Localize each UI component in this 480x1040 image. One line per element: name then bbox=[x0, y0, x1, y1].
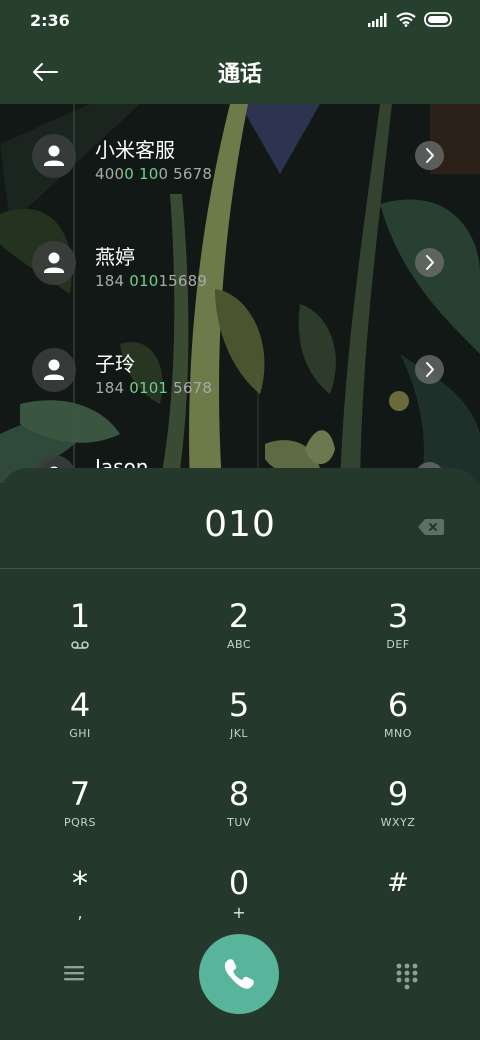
page-title: 通话 bbox=[217, 62, 262, 87]
person-icon bbox=[44, 252, 64, 273]
contact-row-ziling[interactable]: 子玲 184 0101 5678 bbox=[0, 318, 480, 408]
key-8[interactable]: 8 TUV bbox=[179, 774, 299, 854]
menu-icon bbox=[64, 966, 84, 981]
match-highlight: 0101 bbox=[129, 379, 169, 397]
wifi-icon bbox=[396, 12, 416, 27]
match-highlight: 0 10 bbox=[124, 165, 159, 183]
key-4[interactable]: 4 GHI bbox=[20, 685, 140, 765]
top-app-bar: 通话 bbox=[0, 40, 480, 104]
backspace-icon bbox=[418, 519, 444, 535]
divider bbox=[0, 568, 480, 569]
key-9[interactable]: 9 WXYZ bbox=[338, 774, 458, 854]
contact-details-button[interactable] bbox=[415, 141, 444, 170]
match-highlight: 010 bbox=[129, 272, 159, 290]
person-icon bbox=[44, 359, 64, 380]
chevron-right-icon bbox=[426, 255, 434, 270]
voicemail-icon bbox=[71, 641, 89, 649]
signal-icon bbox=[368, 12, 387, 27]
contact-row-xiaomi-service[interactable]: 小米客服 4000 100 5678 bbox=[0, 104, 480, 194]
key-hash[interactable]: # bbox=[338, 863, 458, 943]
key-6[interactable]: 6 MNO bbox=[338, 685, 458, 765]
battery-icon bbox=[424, 12, 452, 27]
key-star[interactable]: * , bbox=[20, 863, 140, 943]
key-7[interactable]: 7 PQRS bbox=[20, 774, 140, 854]
contact-search-results[interactable]: 小米客服 4000 100 5678 燕婷 184 01015689 子玲 18… bbox=[0, 104, 480, 484]
person-icon bbox=[44, 145, 64, 166]
contact-name: 子玲 bbox=[95, 352, 135, 376]
contact-details-button[interactable] bbox=[415, 355, 444, 384]
avatar bbox=[32, 241, 76, 285]
avatar bbox=[32, 134, 76, 178]
chevron-right-icon bbox=[426, 148, 434, 163]
contact-number: 184 0101 5678 bbox=[95, 379, 213, 397]
key-0[interactable]: 0 + bbox=[179, 863, 299, 943]
status-bar: 2:36 bbox=[0, 0, 480, 40]
contact-details-button[interactable] bbox=[415, 248, 444, 277]
key-2[interactable]: 2 ABC bbox=[179, 596, 299, 676]
avatar bbox=[32, 348, 76, 392]
status-icons bbox=[368, 12, 454, 27]
status-time: 2:36 bbox=[30, 11, 70, 30]
dialpad-toggle-button[interactable] bbox=[393, 961, 421, 991]
contact-number: 184 01015689 bbox=[95, 272, 208, 290]
menu-button[interactable] bbox=[60, 961, 88, 985]
dialpad-icon bbox=[396, 963, 418, 990]
chevron-right-icon bbox=[426, 362, 434, 377]
contact-number: 4000 100 5678 bbox=[95, 165, 213, 183]
phone-icon bbox=[224, 959, 254, 989]
key-5[interactable]: 5 JKL bbox=[179, 685, 299, 765]
call-button[interactable] bbox=[199, 934, 279, 1014]
contact-row-yanting[interactable]: 燕婷 184 01015689 bbox=[0, 211, 480, 301]
contact-name: 小米客服 bbox=[95, 138, 175, 162]
backspace-button[interactable] bbox=[416, 516, 446, 538]
contact-name: 燕婷 bbox=[95, 245, 135, 269]
key-3[interactable]: 3 DEF bbox=[338, 596, 458, 676]
dialpad-panel: 010 1 2 ABC 3 DEF 4 GHI 5 JKL 6 MNO 7 PQ… bbox=[0, 468, 480, 1040]
key-1[interactable]: 1 bbox=[20, 596, 140, 676]
dialed-number: 010 bbox=[204, 504, 276, 545]
